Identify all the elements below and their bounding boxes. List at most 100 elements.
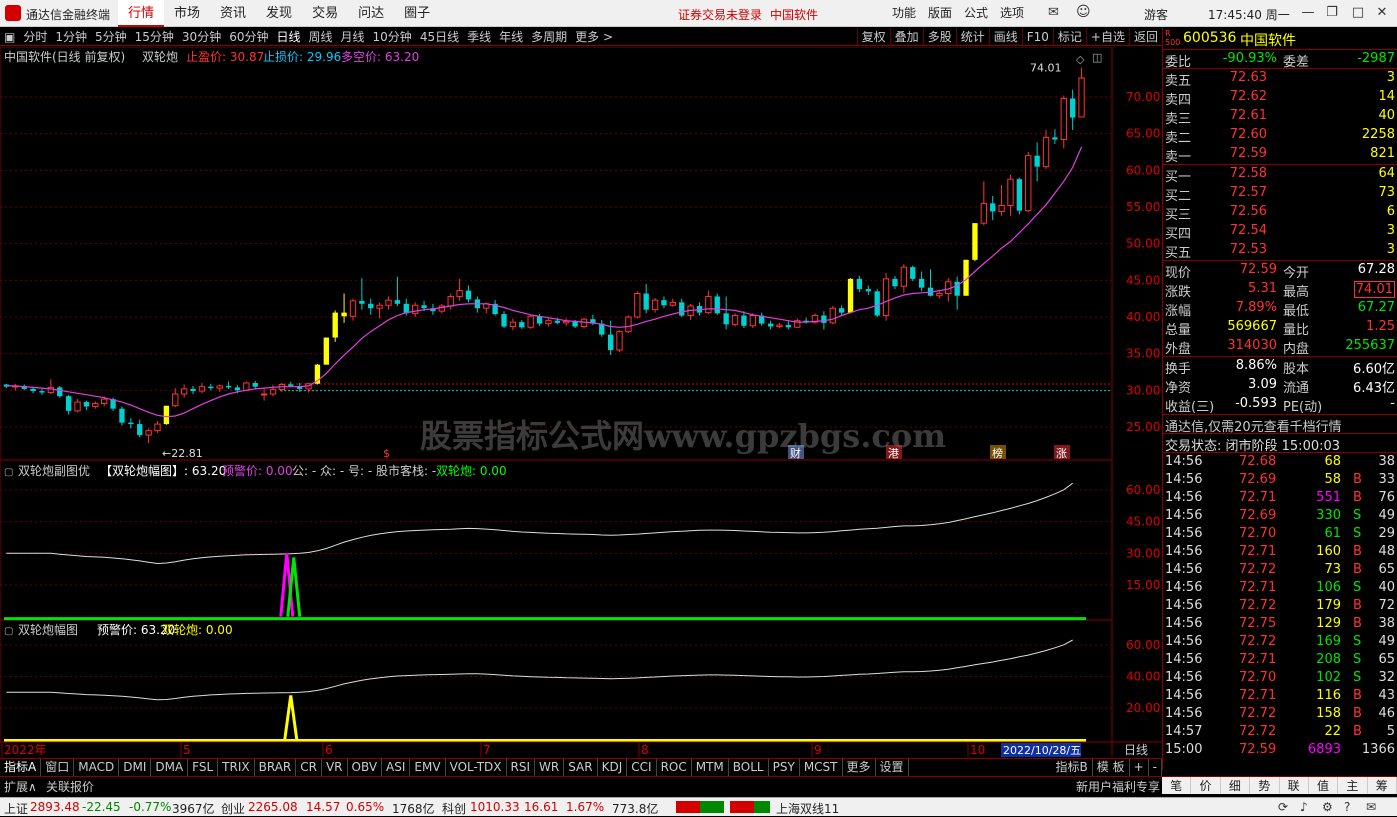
panel-tab-0[interactable]: 笔 <box>1162 777 1192 794</box>
action-5[interactable]: F10 <box>1021 28 1053 45</box>
panel-tab-5[interactable]: 值 <box>1309 777 1339 794</box>
event-marker[interactable]: $ <box>383 447 390 460</box>
period-4[interactable]: 30分钟 <box>178 28 225 45</box>
action-7[interactable]: +自选 <box>1085 28 1129 45</box>
indicator-tab-8[interactable]: CR <box>296 759 322 776</box>
action-2[interactable]: 多股 <box>922 28 956 45</box>
panel-menu-icon[interactable]: ◫ <box>1092 51 1102 64</box>
buy-row-4[interactable]: 买四 72.54 3 <box>1163 222 1397 242</box>
new-user-promo[interactable]: 新用户福利专享 <box>1076 778 1160 795</box>
indicator-tab-17[interactable]: KDJ <box>598 759 628 776</box>
promo-row[interactable]: 通达信,仅需20元查看千档行情 <box>1163 415 1397 435</box>
period-label[interactable]: 日线 <box>1124 743 1148 757</box>
email-icon[interactable]: ✉ <box>1048 5 1059 20</box>
buy-row-1[interactable]: 买一 72.58 64 <box>1163 165 1397 185</box>
nav-news[interactable]: 资讯 <box>210 0 256 27</box>
sound-icon[interactable]: ♪ <box>1300 800 1308 814</box>
event-marker[interactable]: 港 <box>888 447 899 460</box>
diamond-icon[interactable]: ◇ <box>1076 53 1085 66</box>
action-4[interactable]: 画线 <box>988 28 1022 45</box>
period-9[interactable]: 10分钟 <box>369 28 416 45</box>
chart-area[interactable]: 70.00 65.00 60.00 55.00 50.00 45.00 40.00 35.00… <box>0 46 1162 770</box>
indicator-tab-7[interactable]: BRAR <box>255 759 297 776</box>
indicator-tab-14[interactable]: RSI <box>507 759 536 776</box>
restore-icon[interactable]: ❐ <box>1322 4 1342 22</box>
help-icon[interactable]: ? <box>1344 800 1350 814</box>
indicator-tab-16[interactable]: SAR <box>564 759 598 776</box>
sell-row-2[interactable]: 卖二 72.60 2258 <box>1163 126 1397 146</box>
indicator-tab-3[interactable]: DMI <box>119 759 152 776</box>
nav-circle[interactable]: 圈子 <box>394 0 440 27</box>
indicator-tab-13[interactable]: VOL-TDX <box>446 759 507 776</box>
sub2-toggle-icon[interactable]: ▢ <box>4 626 13 637</box>
right-tab-0[interactable]: 指标B <box>1052 759 1093 776</box>
indicator-tab-18[interactable]: CCI <box>627 759 657 776</box>
indicator-tab-22[interactable]: PSY <box>769 759 800 776</box>
sub1-toggle-icon[interactable]: ▢ <box>4 467 13 478</box>
refresh-icon[interactable]: ⟳ <box>1278 800 1288 814</box>
panel-tab-1[interactable]: 价 <box>1191 777 1221 794</box>
nav-market[interactable]: 市场 <box>164 0 210 27</box>
indicator-tab-10[interactable]: OBV <box>348 759 383 776</box>
nav-trade[interactable]: 交易 <box>302 0 348 27</box>
user-icon[interactable]: ☺ <box>1076 4 1091 20</box>
right-tab-2[interactable]: + <box>1130 759 1149 776</box>
menu-function[interactable]: 功能 <box>886 0 922 27</box>
tick-list[interactable]: 14:56 72.68 68 38 14:56 72.69 58 B 33 14:56 72.71 5… <box>1163 453 1397 759</box>
period-6[interactable]: 日线 <box>272 28 304 45</box>
nav-ask[interactable]: 问达 <box>348 0 394 27</box>
indicator-tab-9[interactable]: VR <box>322 759 348 776</box>
action-8[interactable]: 返回 <box>1128 28 1162 45</box>
period-10[interactable]: 45日线 <box>416 28 463 45</box>
maximize-icon[interactable]: □ <box>1348 4 1368 22</box>
indicator-tab-11[interactable]: ASI <box>382 759 411 776</box>
minimize-icon[interactable]: — <box>1298 4 1318 22</box>
guest-label[interactable]: 游客 <box>1144 6 1168 23</box>
panel-tab-2[interactable]: 细 <box>1221 777 1251 794</box>
period-3[interactable]: 15分钟 <box>131 28 178 45</box>
period-7[interactable]: 周线 <box>305 28 337 45</box>
panel-tab-6[interactable]: 主 <box>1338 777 1368 794</box>
indicator-tab-6[interactable]: TRIX <box>218 759 255 776</box>
menu-layout[interactable]: 版面 <box>922 0 958 27</box>
menu-square-icon[interactable]: ▣ <box>0 28 19 45</box>
sell-row-3[interactable]: 卖三 72.61 40 <box>1163 107 1397 127</box>
period-2[interactable]: 5分钟 <box>91 28 131 45</box>
period-12[interactable]: 年线 <box>495 28 527 45</box>
panel-tab-7[interactable]: 筹 <box>1368 777 1397 794</box>
action-1[interactable]: 叠加 <box>889 28 923 45</box>
promo-text[interactable]: 通达信,仅需20元查看千档行情 <box>1165 416 1342 435</box>
menu-options[interactable]: 选项 <box>994 0 1030 27</box>
related-quote-button[interactable]: 关联报价 <box>46 778 94 795</box>
chat-icon[interactable]: ✉ <box>1366 800 1376 814</box>
settings-icon[interactable]: ⚙ <box>1322 800 1333 814</box>
event-marker[interactable]: 财 <box>790 446 801 460</box>
indicator-tab-24[interactable]: 更多 <box>843 759 876 776</box>
period-1[interactable]: 1分钟 <box>51 28 91 45</box>
period-14[interactable]: 更多 > <box>571 28 617 45</box>
login-warning[interactable]: 证券交易未登录 <box>678 6 762 23</box>
indicator-tab-12[interactable]: EMV <box>410 759 446 776</box>
indicator-tab-23[interactable]: MCST <box>800 759 843 776</box>
stock-name-link[interactable]: 中国软件 <box>770 6 818 23</box>
sell-row-5[interactable]: 卖五 72.63 3 <box>1163 69 1397 89</box>
buy-row-5[interactable]: 买五 72.53 3 <box>1163 241 1397 261</box>
indicator-tab-20[interactable]: MTM <box>692 759 729 776</box>
buy-row-2[interactable]: 买二 72.57 73 <box>1163 184 1397 204</box>
indicator-tab-15[interactable]: WR <box>535 759 565 776</box>
period-8[interactable]: 月线 <box>337 28 369 45</box>
close-icon[interactable]: ✕ <box>1372 4 1392 22</box>
panel-tab-4[interactable]: 联 <box>1280 777 1309 794</box>
event-marker[interactable]: 榜 <box>992 446 1003 460</box>
nav-quotes[interactable]: 行情 <box>118 0 165 27</box>
server-line[interactable]: 上海双线11 <box>776 800 839 817</box>
right-tab-3[interactable]: - <box>1149 759 1162 776</box>
buy-row-3[interactable]: 买三 72.56 6 <box>1163 203 1397 223</box>
period-0[interactable]: 分时 <box>19 28 51 45</box>
sell-row-1[interactable]: 卖一 72.59 821 <box>1163 145 1397 165</box>
indicator-tab-19[interactable]: ROC <box>657 759 692 776</box>
indicator-tab-0[interactable]: 指标A <box>0 759 42 776</box>
right-tab-1[interactable]: 模 板 <box>1093 759 1130 776</box>
action-0[interactable]: 复权 <box>856 28 890 45</box>
kline-chart[interactable]: 70.00 65.00 60.00 55.00 50.00 45.00 40.00 35.00… <box>0 46 1162 770</box>
